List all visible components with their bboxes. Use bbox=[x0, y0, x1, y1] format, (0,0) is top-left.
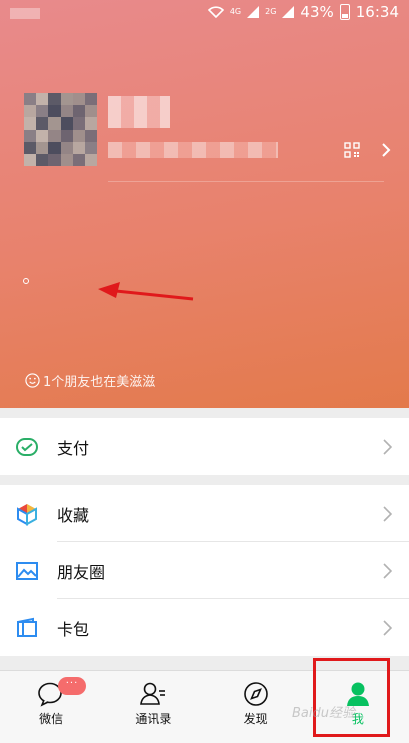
signal-icon bbox=[282, 6, 295, 18]
pay-section: 支付 bbox=[0, 418, 409, 475]
red-arrow-annotation bbox=[98, 282, 194, 301]
signal-icon bbox=[247, 6, 260, 18]
image-icon bbox=[16, 561, 38, 580]
contacts-icon bbox=[140, 682, 166, 705]
card-icon bbox=[17, 617, 37, 637]
menu-item-moments[interactable]: 朋友圈 bbox=[0, 542, 409, 599]
menu-label: 朋友圈 bbox=[57, 562, 106, 582]
menu-item-favorites[interactable]: 收藏 bbox=[0, 485, 409, 542]
menu-label: 卡包 bbox=[57, 619, 90, 639]
status-dot[interactable] bbox=[23, 278, 29, 284]
wifi-icon bbox=[207, 6, 224, 18]
tab-contacts[interactable]: 通讯录 bbox=[102, 671, 204, 743]
red-highlight-box bbox=[313, 658, 390, 737]
nickname-redacted bbox=[108, 96, 170, 128]
cube-icon bbox=[17, 503, 37, 526]
menu-item-pay[interactable]: 支付 bbox=[0, 418, 409, 475]
tab-label: 微信 bbox=[39, 712, 64, 726]
compass-icon bbox=[243, 682, 268, 706]
divider bbox=[108, 181, 384, 182]
chevron-right-icon bbox=[383, 562, 392, 579]
wechat-id-redacted bbox=[108, 142, 278, 158]
network-4g-label: 4G bbox=[229, 7, 242, 16]
friends-status-text: 1个朋友也在美滋滋 bbox=[43, 375, 156, 390]
battery-icon bbox=[339, 4, 350, 20]
avatar[interactable] bbox=[24, 93, 97, 166]
unread-badge: ··· bbox=[58, 677, 86, 695]
menu-label: 收藏 bbox=[57, 505, 90, 525]
watermark: Baidu经验 bbox=[292, 706, 355, 721]
profile-header[interactable]: 4G 2G 43% 16:34 1个朋友也在美滋滋 bbox=[0, 0, 409, 408]
network-2g-label: 2G bbox=[265, 7, 277, 16]
smile-icon bbox=[25, 373, 40, 388]
menu-item-cards[interactable]: 卡包 bbox=[0, 599, 409, 656]
main-menu-section: 收藏 朋友圈 卡包 bbox=[0, 485, 409, 656]
tab-chats[interactable]: 微信 ··· bbox=[0, 671, 102, 743]
chevron-right-icon bbox=[383, 619, 392, 636]
menu-label: 支付 bbox=[57, 438, 90, 458]
notification-icon bbox=[10, 8, 40, 19]
qr-code-icon[interactable] bbox=[344, 142, 360, 158]
tab-label: 通讯录 bbox=[135, 712, 172, 726]
chevron-right-icon bbox=[383, 438, 392, 455]
status-bar: 4G 2G 43% 16:34 bbox=[0, 0, 409, 26]
tab-label: 发现 bbox=[243, 712, 268, 726]
clock: 16:34 bbox=[355, 3, 399, 21]
battery-percent: 43% bbox=[300, 3, 334, 21]
wallet-icon bbox=[16, 437, 38, 456]
chevron-right-icon[interactable] bbox=[380, 142, 392, 158]
chevron-right-icon bbox=[383, 505, 392, 522]
friends-status[interactable]: 1个朋友也在美滋滋 bbox=[25, 371, 155, 390]
